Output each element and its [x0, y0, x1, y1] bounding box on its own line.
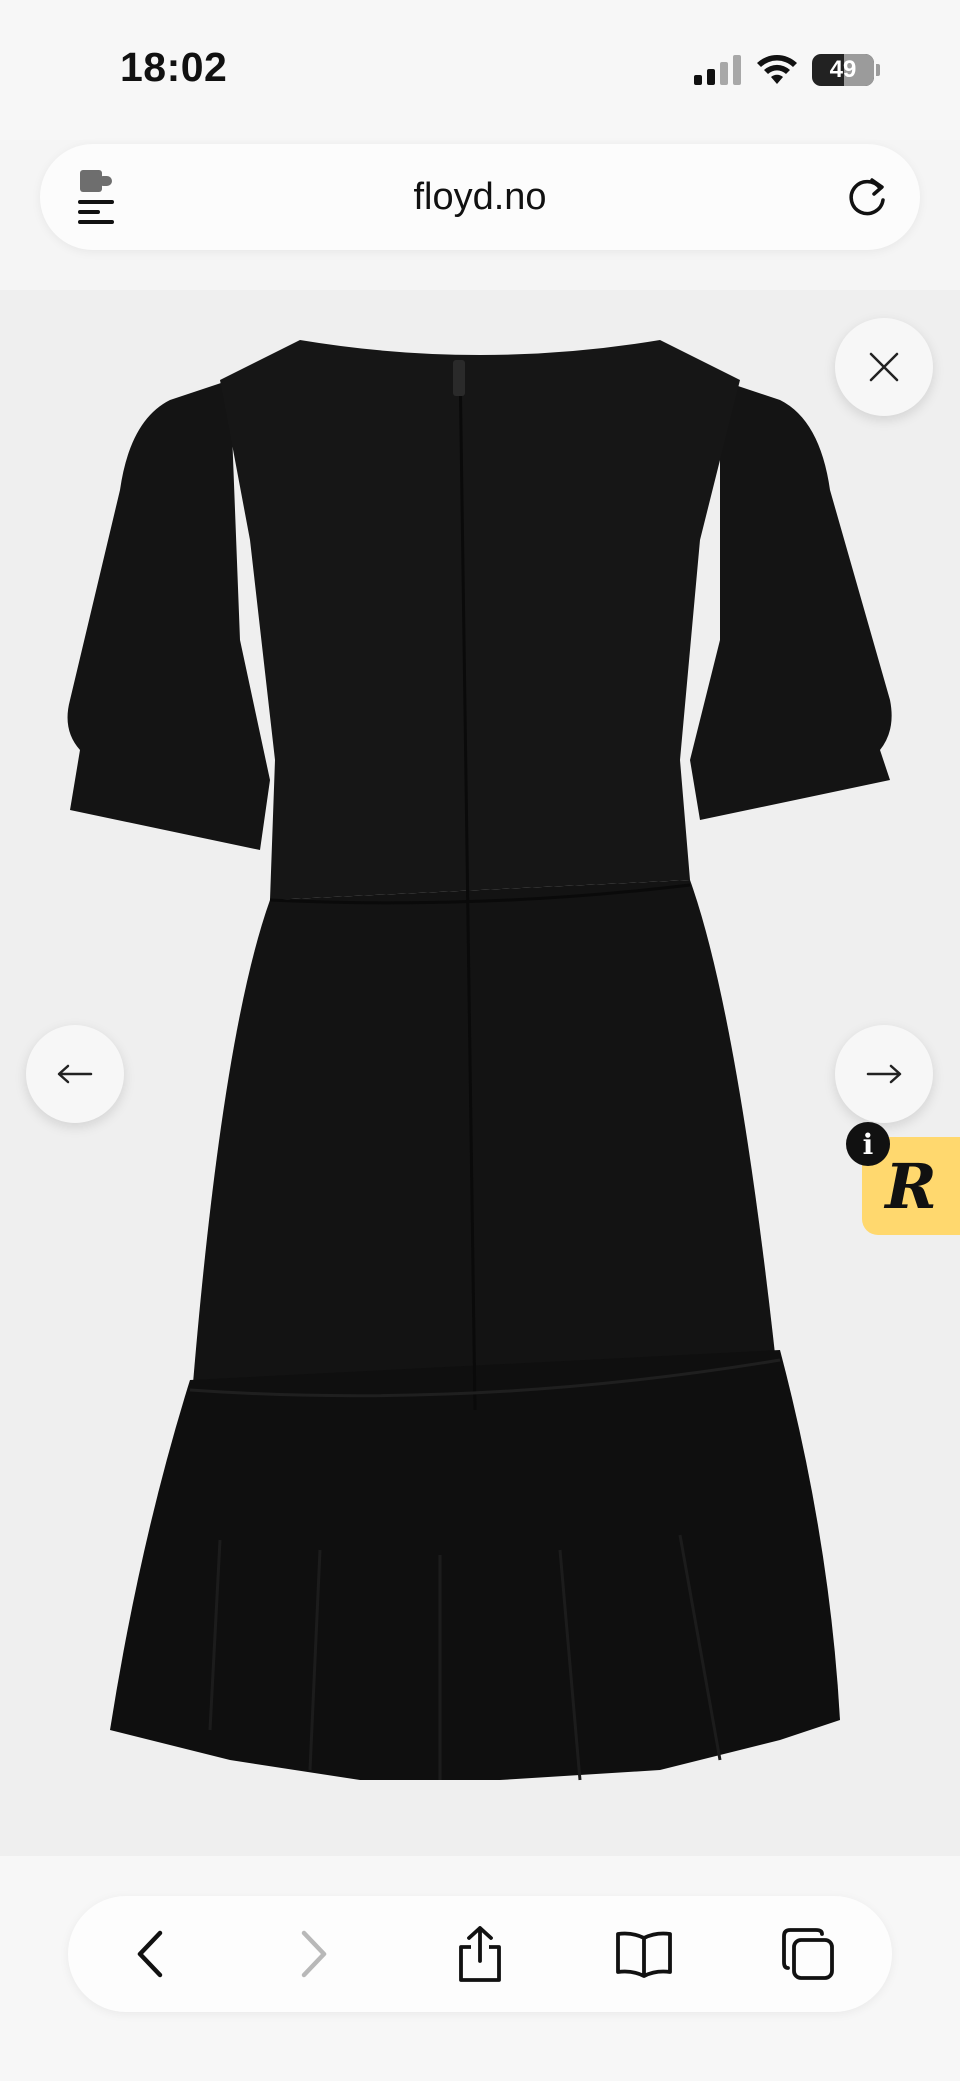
reload-icon[interactable] [844, 174, 890, 220]
status-bar: 18:02 49 [0, 0, 960, 140]
cellular-signal-icon [694, 55, 741, 85]
share-icon [459, 1926, 501, 1982]
forward-button[interactable] [284, 1924, 344, 1984]
battery-level: 49 [829, 56, 857, 83]
product-image-dress [67, 340, 892, 1781]
address-bar[interactable]: floyd.no [40, 144, 920, 250]
bookmarks-icon [616, 1931, 672, 1978]
bookmarks-button[interactable] [614, 1924, 674, 1984]
browser-bottom-chrome [0, 1856, 960, 2081]
back-icon [137, 1930, 163, 1978]
dress-bodice [220, 340, 740, 900]
share-button[interactable] [450, 1924, 510, 1984]
tabs-button[interactable] [778, 1924, 838, 1984]
tabs-icon [782, 1928, 834, 1980]
url-text[interactable]: floyd.no [40, 176, 920, 219]
info-icon[interactable]: i [846, 1122, 890, 1166]
status-time: 18:02 [120, 44, 228, 90]
r-badge-letter: R [885, 1149, 937, 1223]
product-image-viewer[interactable] [0, 290, 960, 1856]
browser-toolbar [68, 1896, 892, 2012]
battery-icon: 49 [812, 54, 874, 86]
dress-skirt [190, 880, 780, 1420]
wifi-icon [757, 55, 797, 84]
status-icons: 49 [694, 52, 880, 88]
previous-image-button[interactable] [26, 1025, 124, 1123]
back-button[interactable] [120, 1924, 180, 1984]
arrow-right-icon [866, 1064, 902, 1084]
arrow-left-icon [57, 1064, 93, 1084]
close-viewer-button[interactable] [835, 318, 933, 416]
close-icon [869, 352, 899, 382]
browser-top-chrome: floyd.no [0, 140, 960, 290]
forward-icon [301, 1930, 327, 1978]
next-image-button[interactable] [835, 1025, 933, 1123]
